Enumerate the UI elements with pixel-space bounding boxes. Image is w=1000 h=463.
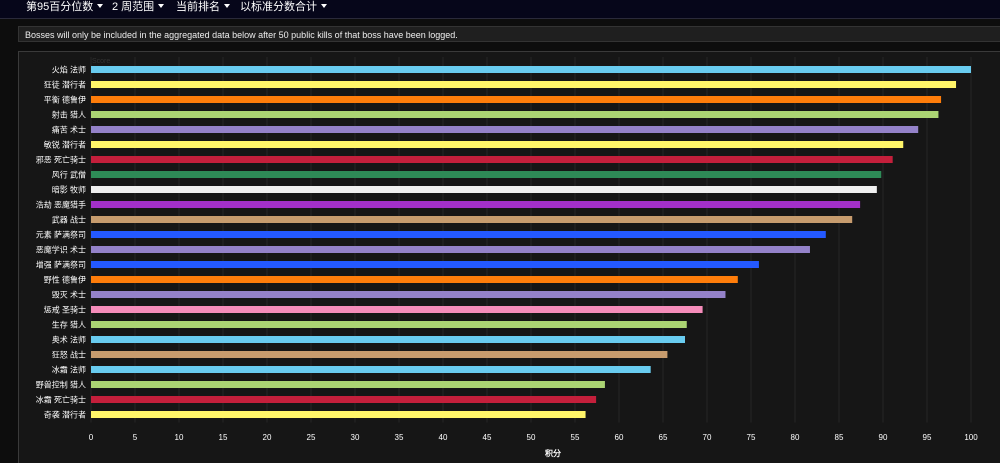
bar[interactable] — [91, 261, 759, 268]
ranking-dropdown-label: 当前排名 — [176, 1, 220, 13]
bar[interactable] — [91, 396, 597, 403]
category-label: 毁灭 术士 — [52, 290, 86, 300]
time-range-dropdown-label: 2 周范围 — [112, 1, 155, 13]
bar[interactable] — [91, 366, 651, 373]
x-axis-label: 积分 — [545, 448, 561, 458]
category-labels: 火焰 法师狂徒 潜行者平衡 德鲁伊射击 猎人痛苦 术士敏锐 潜行者邪恶 死亡骑士… — [36, 65, 86, 420]
bar[interactable] — [91, 126, 919, 133]
chevron-down-icon — [321, 4, 327, 8]
bar[interactable] — [91, 291, 726, 298]
bar[interactable] — [91, 306, 703, 313]
bar[interactable] — [91, 96, 942, 103]
x-tick-label: 55 — [571, 433, 580, 442]
ranking-dropdown[interactable]: 当前排名 — [176, 0, 230, 18]
percentile-dropdown[interactable]: 第95百分位数 — [26, 0, 104, 18]
x-tick-label: 95 — [923, 433, 932, 442]
bar[interactable] — [91, 276, 738, 283]
percentile-dropdown-label: 第95百分位数 — [26, 1, 94, 13]
bar[interactable] — [91, 186, 877, 193]
category-label: 狂怒 战士 — [52, 350, 86, 360]
bar[interactable] — [91, 321, 687, 328]
category-label: 风行 武僧 — [52, 170, 86, 180]
x-tick-label: 20 — [263, 433, 272, 442]
category-label: 敏锐 潜行者 — [44, 140, 86, 150]
chevron-down-icon — [97, 4, 104, 8]
bar[interactable] — [91, 216, 853, 223]
x-tick-label: 80 — [791, 433, 800, 442]
x-tick-label: 40 — [439, 433, 448, 442]
bar[interactable] — [91, 351, 668, 358]
category-label: 奥术 法师 — [52, 335, 86, 345]
category-label: 浩劫 恶魔猎手 — [36, 200, 86, 210]
category-label: 火焰 法师 — [52, 65, 86, 75]
category-label: 邪恶 死亡骑士 — [36, 155, 86, 165]
category-label: 冰霜 法师 — [52, 365, 86, 375]
category-label: 射击 猎人 — [52, 110, 86, 120]
x-tick-label: 50 — [527, 433, 536, 442]
aggregation-dropdown-label: 以标准分数合计 — [240, 1, 317, 13]
time-range-dropdown[interactable]: 2 周范围 — [112, 0, 165, 18]
category-label: 武器 战士 — [52, 215, 86, 225]
x-tick-label: 90 — [879, 433, 888, 442]
chart-panel: Score 火焰 法师狂徒 潜行者 平衡 德鲁伊射击 猎人痛苦 术士敏锐 潜行者邪… — [18, 51, 1000, 463]
category-label: 野性 德鲁伊 — [44, 275, 86, 285]
x-tick-label: 60 — [615, 433, 624, 442]
bar[interactable] — [91, 381, 605, 388]
x-tick-label: 35 — [395, 433, 404, 442]
bar[interactable] — [91, 156, 893, 163]
x-tick-label: 15 — [219, 433, 228, 442]
x-tick-label: 85 — [835, 433, 844, 442]
x-tick-labels: 0 5 10 15 20 25 30 35 40 45 50 55 60 65 70 75 80 85 90 95 10… — [89, 433, 978, 442]
bar[interactable] — [91, 411, 586, 418]
bar[interactable] — [91, 201, 861, 208]
category-label: 奇袭 潜行者 — [44, 410, 86, 420]
category-label: 恶魔学识 术士 — [36, 245, 86, 255]
category-label: 平衡 德鲁伊 — [44, 95, 86, 105]
bar[interactable] — [91, 336, 685, 343]
x-tick-label: 30 — [351, 433, 360, 442]
category-label: 痛苦 术士 — [52, 125, 86, 135]
category-label: 暗影 牧师 — [52, 185, 86, 195]
x-tick-label: 75 — [747, 433, 756, 442]
notice-banner: Bosses will only be included in the aggr… — [18, 26, 1000, 42]
x-tick-label: 70 — [703, 433, 712, 442]
x-tick-label: 10 — [175, 433, 184, 442]
bar-chart: Score 火焰 法师狂徒 潜行者平衡 德鲁伊射击 猎人痛苦 术士敏锐 潜行者邪… — [36, 57, 978, 458]
chevron-down-icon — [158, 4, 165, 8]
x-tick-label: 65 — [659, 433, 668, 442]
x-tick-label: 5 — [133, 433, 138, 442]
category-label: 惩戒 圣骑士 — [44, 305, 86, 315]
chevron-down-icon — [224, 4, 230, 8]
x-tick-label: 100 — [964, 433, 978, 442]
category-label: 元素 萨满祭司 — [36, 230, 86, 240]
bar[interactable] — [91, 246, 810, 253]
bar[interactable] — [91, 111, 939, 118]
bar[interactable] — [91, 66, 971, 73]
x-tick-label: 45 — [483, 433, 492, 442]
bar[interactable] — [91, 231, 826, 238]
x-tick-label: 25 — [307, 433, 316, 442]
category-label: 生存 猎人 — [52, 320, 86, 330]
bar[interactable] — [91, 141, 904, 148]
category-label: 增强 萨满祭司 — [36, 260, 86, 270]
bar[interactable] — [91, 171, 882, 178]
category-label: 狂徒 潜行者 — [44, 80, 86, 90]
bar[interactable] — [91, 81, 957, 88]
faint-score-label: Score — [92, 58, 110, 65]
category-label: 冰霜 死亡骑士 — [36, 395, 86, 405]
x-tick-label: 0 — [89, 433, 94, 442]
category-label: 野兽控制 猎人 — [36, 380, 86, 390]
aggregation-dropdown[interactable]: 以标准分数合计 — [240, 0, 327, 18]
notice-text: Bosses will only be included in the aggr… — [25, 30, 458, 40]
top-menu-bar: 第95百分位数 2 周范围 当前排名 以标准分数合计 — [0, 0, 1000, 19]
